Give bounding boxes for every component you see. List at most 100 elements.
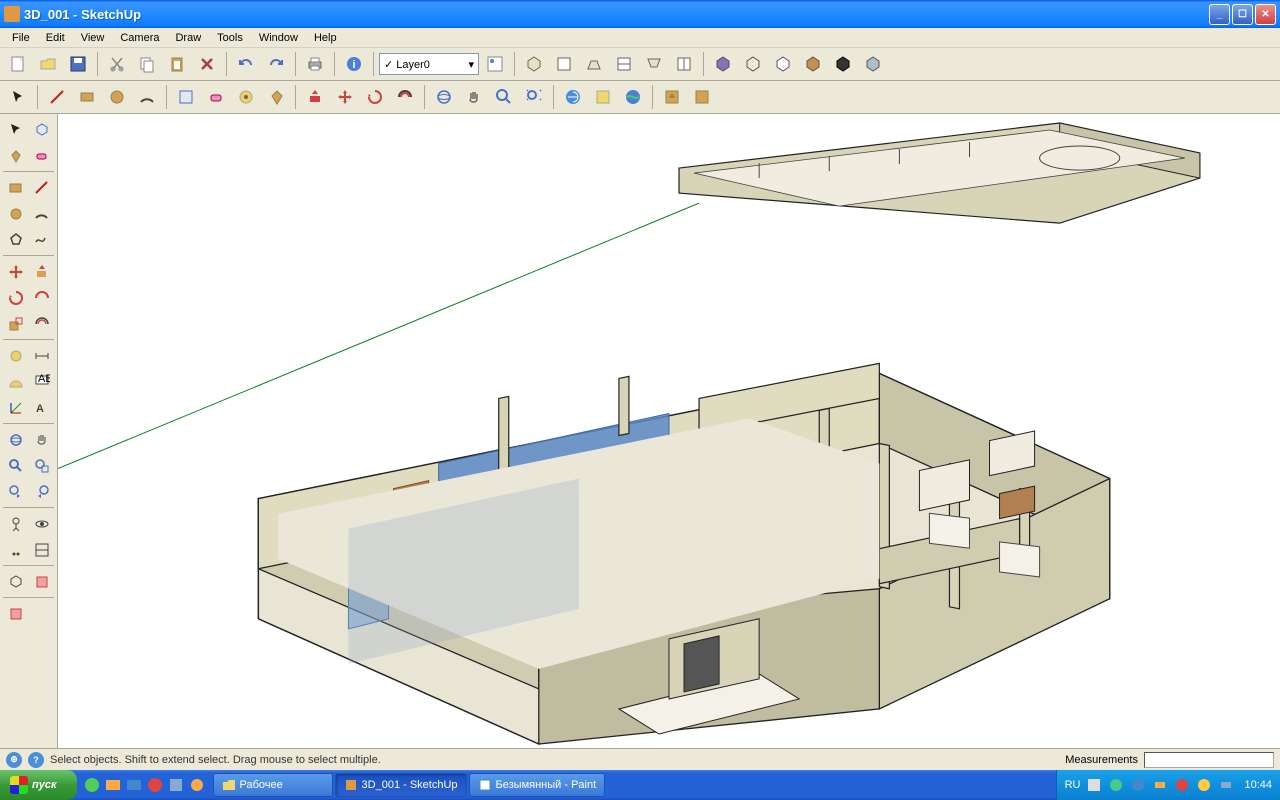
menu-file[interactable]: File	[4, 30, 38, 46]
paste-icon[interactable]	[163, 50, 191, 78]
rectangle-icon[interactable]	[73, 83, 101, 111]
google-earth-icon[interactable]	[619, 83, 647, 111]
zoom-icon[interactable]	[490, 83, 518, 111]
paint-bucket-icon[interactable]	[262, 83, 290, 111]
scale-icon[interactable]	[3, 311, 28, 336]
undo-icon[interactable]	[232, 50, 260, 78]
ql-icon[interactable]	[167, 776, 185, 794]
menu-window[interactable]: Window	[251, 30, 306, 46]
task-button[interactable]: 3D_001 - SketchUp	[335, 773, 467, 797]
select-icon[interactable]	[4, 83, 32, 111]
ql-icon[interactable]	[83, 776, 101, 794]
close-button[interactable]: ✕	[1255, 4, 1276, 25]
geo-icon[interactable]: ⊕	[6, 752, 22, 768]
walk-icon[interactable]	[3, 537, 28, 562]
style-wireframe-icon[interactable]	[739, 50, 767, 78]
tray-icon[interactable]	[1130, 777, 1146, 793]
view-top-icon[interactable]	[550, 50, 578, 78]
menu-draw[interactable]: Draw	[167, 30, 209, 46]
open-file-icon[interactable]	[34, 50, 62, 78]
get-models-icon[interactable]	[559, 83, 587, 111]
tray-icon[interactable]	[1108, 777, 1124, 793]
pan-icon[interactable]	[29, 427, 54, 452]
circle-icon[interactable]	[3, 201, 28, 226]
model-info-icon[interactable]: i	[340, 50, 368, 78]
line-icon[interactable]	[29, 175, 54, 200]
view-back-icon[interactable]	[640, 50, 668, 78]
toggle-terrain-icon[interactable]	[658, 83, 686, 111]
save-icon[interactable]	[64, 50, 92, 78]
view-left-icon[interactable]	[670, 50, 698, 78]
push-pull-icon[interactable]	[301, 83, 329, 111]
ql-icon[interactable]	[188, 776, 206, 794]
previous-icon[interactable]	[3, 479, 28, 504]
paint-bucket-icon[interactable]	[3, 143, 28, 168]
tray-icon[interactable]	[1218, 777, 1234, 793]
task-button[interactable]: Рабочее	[213, 773, 333, 797]
section-display-icon[interactable]	[3, 569, 28, 594]
select-icon[interactable]	[3, 117, 28, 142]
arc-icon[interactable]	[133, 83, 161, 111]
orbit-icon[interactable]	[3, 427, 28, 452]
minimize-button[interactable]: _	[1209, 4, 1230, 25]
task-button[interactable]: Безымянный - Paint	[469, 773, 606, 797]
style-mono-icon[interactable]	[829, 50, 857, 78]
language-indicator[interactable]: RU	[1065, 779, 1081, 791]
share-model-icon[interactable]	[589, 83, 617, 111]
measurements-input[interactable]	[1144, 752, 1274, 768]
section-fill-icon[interactable]	[3, 601, 28, 626]
rotate-icon[interactable]	[361, 83, 389, 111]
circle-icon[interactable]	[103, 83, 131, 111]
polygon-icon[interactable]	[3, 227, 28, 252]
follow-me-icon[interactable]	[29, 285, 54, 310]
erase-icon[interactable]	[193, 50, 221, 78]
protractor-icon[interactable]	[3, 369, 28, 394]
menu-help[interactable]: Help	[306, 30, 345, 46]
help-icon[interactable]: ?	[28, 752, 44, 768]
tray-icon[interactable]	[1196, 777, 1212, 793]
rectangle-icon[interactable]	[3, 175, 28, 200]
view-iso-icon[interactable]	[520, 50, 548, 78]
orbit-icon[interactable]	[430, 83, 458, 111]
ql-icon[interactable]	[146, 776, 164, 794]
tray-icon[interactable]	[1152, 777, 1168, 793]
zoom-icon[interactable]	[3, 453, 28, 478]
3dtext-icon[interactable]: A	[29, 395, 54, 420]
layer-dropdown[interactable]: ✓ Layer0 ▾	[379, 53, 479, 75]
freehand-icon[interactable]	[29, 227, 54, 252]
tray-icon[interactable]	[1174, 777, 1190, 793]
view-front-icon[interactable]	[580, 50, 608, 78]
view-right-icon[interactable]	[610, 50, 638, 78]
new-file-icon[interactable]	[4, 50, 32, 78]
eraser-icon[interactable]	[202, 83, 230, 111]
eraser-icon[interactable]	[29, 143, 54, 168]
tape-measure-icon[interactable]	[3, 343, 28, 368]
pan-icon[interactable]	[460, 83, 488, 111]
move-icon[interactable]	[3, 259, 28, 284]
ql-icon[interactable]	[104, 776, 122, 794]
dimension-icon[interactable]	[29, 343, 54, 368]
offset-icon[interactable]	[29, 311, 54, 336]
move-icon[interactable]	[331, 83, 359, 111]
next-icon[interactable]	[29, 479, 54, 504]
text-icon[interactable]: ABC	[29, 369, 54, 394]
section-plane-icon[interactable]	[29, 537, 54, 562]
cut-icon[interactable]	[103, 50, 131, 78]
start-button[interactable]: пуск	[0, 770, 77, 800]
push-pull-icon[interactable]	[29, 259, 54, 284]
style-shaded-icon[interactable]	[709, 50, 737, 78]
line-icon[interactable]	[43, 83, 71, 111]
menu-tools[interactable]: Tools	[209, 30, 251, 46]
viewport-3d[interactable]	[58, 114, 1280, 748]
menu-view[interactable]: View	[73, 30, 113, 46]
look-around-icon[interactable]	[29, 511, 54, 536]
axes-icon[interactable]	[3, 395, 28, 420]
menu-camera[interactable]: Camera	[112, 30, 167, 46]
clock[interactable]: 10:44	[1240, 779, 1272, 791]
offset-icon[interactable]	[391, 83, 419, 111]
tape-measure-icon[interactable]	[232, 83, 260, 111]
arc-icon[interactable]	[29, 201, 54, 226]
rotate-icon[interactable]	[3, 285, 28, 310]
style-hidden-icon[interactable]	[769, 50, 797, 78]
zoom-extents-icon[interactable]	[520, 83, 548, 111]
